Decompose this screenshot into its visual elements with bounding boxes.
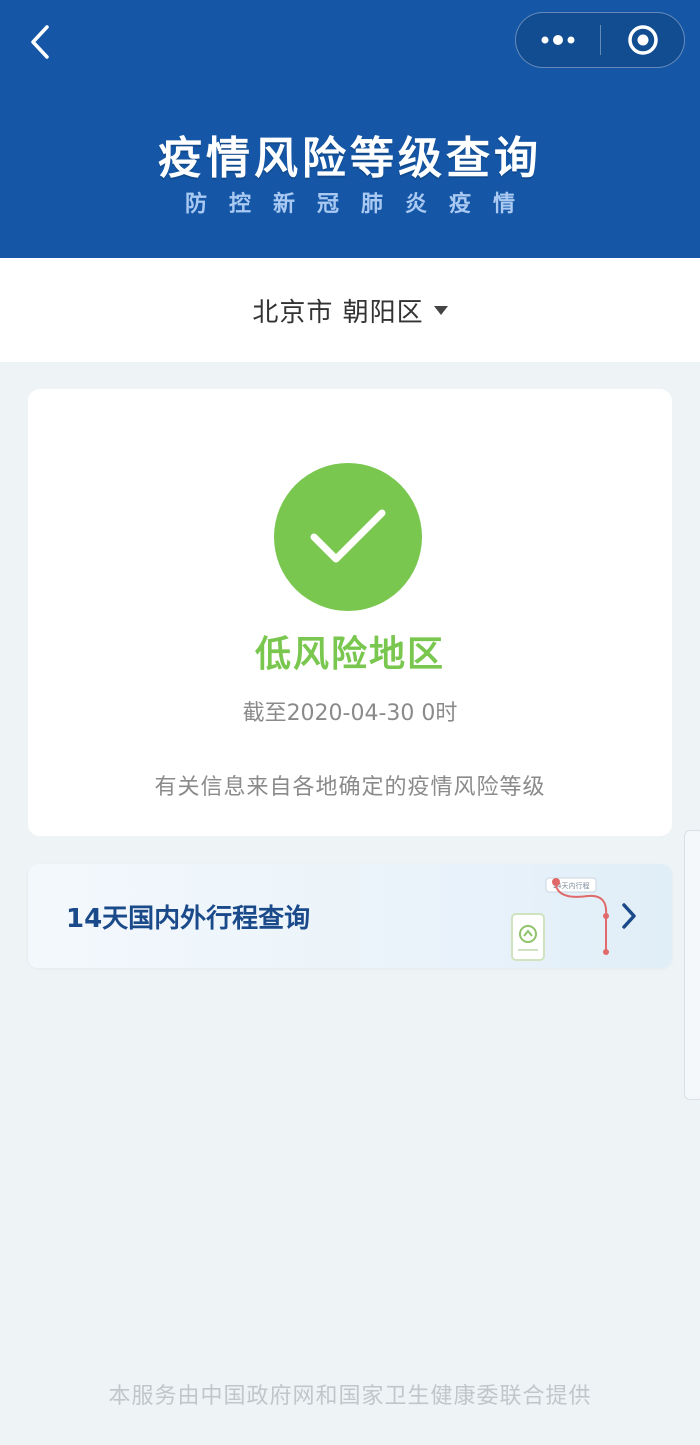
target-circle-icon — [627, 25, 658, 55]
checkmark-icon — [310, 509, 386, 563]
mini-program-capsule — [515, 12, 685, 68]
close-button[interactable] — [601, 13, 684, 67]
chevron-left-icon — [31, 25, 49, 59]
risk-source-note: 有关信息来自各地确定的疫情风险等级 — [154, 775, 546, 800]
trip-query-label: 14天国内外行程查询 — [66, 904, 311, 934]
risk-status-circle — [274, 463, 422, 611]
risk-status-card: 低风险地区 截至2020-04-30 0时 有关信息来自各地确定的疫情风险等级 — [28, 389, 672, 836]
chevron-right-icon — [622, 903, 636, 929]
location-label: 北京市 朝阳区 — [252, 297, 424, 328]
risk-as-of-date: 截至2020-04-30 0时 — [242, 701, 458, 726]
risk-level-label: 低风险地区 — [254, 634, 445, 675]
page-title: 疫情风险等级查询 — [158, 133, 542, 184]
caret-down-icon — [433, 305, 448, 315]
more-button[interactable] — [516, 13, 600, 67]
side-drawer-handle[interactable] — [684, 830, 700, 1100]
footer-credit: 本服务由中国政府网和国家卫生健康委联合提供 — [108, 1384, 592, 1409]
more-dots-icon — [541, 35, 575, 45]
page-subtitle: 防控新冠肺炎疫情 — [184, 192, 537, 217]
location-selector[interactable]: 北京市 朝阳区 — [0, 258, 700, 362]
trip-query-button[interactable]: 14天国内外行程查询 14天内行程 — [28, 864, 672, 968]
header-bar: 疫情风险等级查询 防控新冠肺炎疫情 — [0, 0, 700, 258]
back-button[interactable] — [22, 22, 58, 62]
